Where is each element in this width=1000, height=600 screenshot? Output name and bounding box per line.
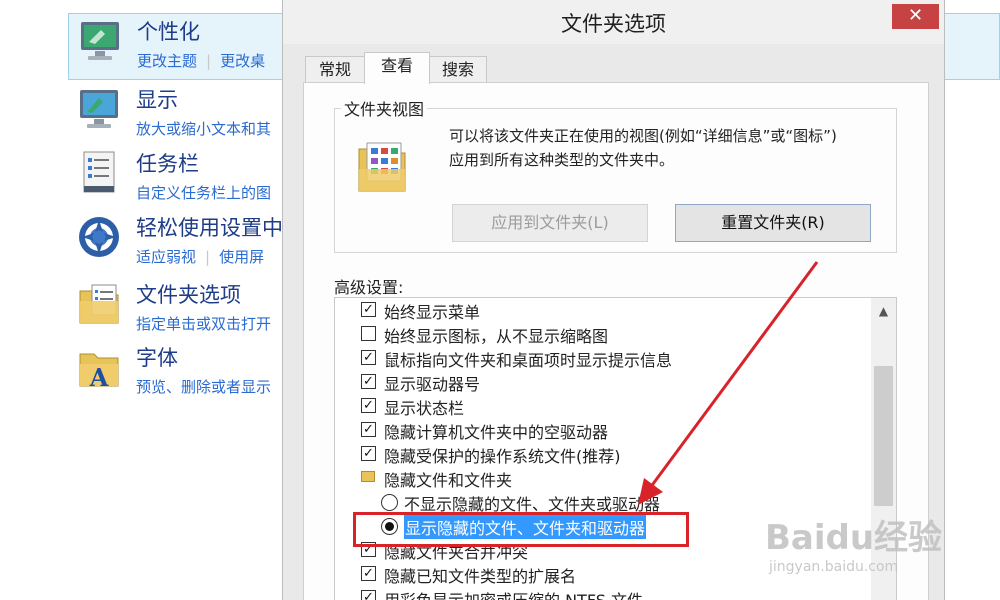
folder-options-icon bbox=[79, 284, 119, 324]
cp-item-links: 放大或缩小文本和其 bbox=[136, 118, 271, 139]
checkbox[interactable]: ✓ bbox=[361, 590, 376, 600]
personalization-icon bbox=[81, 22, 119, 60]
tab-view[interactable]: 查看 bbox=[364, 52, 430, 84]
cp-link[interactable]: 自定义任务栏上的图 bbox=[136, 184, 271, 202]
cp-link[interactable]: 更改桌 bbox=[220, 52, 265, 70]
setting-label: 隐藏计算机文件夹中的空驱动器 bbox=[384, 423, 609, 442]
checkbox[interactable]: ✓ bbox=[361, 302, 376, 317]
cp-item-ease-of-access[interactable]: 轻松使用设置中 适应弱视 | 使用屏 bbox=[68, 210, 288, 272]
watermark-logo: Baidu经验 bbox=[765, 518, 943, 558]
cp-item-title[interactable]: 字体 bbox=[136, 342, 178, 372]
cp-link[interactable]: 更改主题 bbox=[137, 52, 197, 70]
checkbox[interactable]: ✓ bbox=[361, 350, 376, 365]
folder-views-description: 可以将该文件夹正在使用的视图(例如“详细信息”或“图标”) bbox=[449, 127, 837, 145]
setting-label: 显示驱动器号 bbox=[384, 375, 481, 394]
ease-of-access-icon bbox=[79, 217, 119, 257]
setting-label: 显示状态栏 bbox=[384, 399, 465, 418]
close-icon: ✕ bbox=[907, 5, 924, 26]
folder-view-icon bbox=[358, 142, 406, 192]
cp-item-title[interactable]: 个性化 bbox=[137, 16, 200, 46]
folder-icon bbox=[361, 471, 375, 482]
setting-label: 隐藏受保护的操作系统文件(推荐) bbox=[384, 447, 621, 466]
reset-folders-button[interactable]: 重置文件夹(R) bbox=[675, 204, 871, 242]
cp-item-links: 预览、删除或者显示 bbox=[136, 376, 271, 397]
fonts-icon: A bbox=[79, 353, 119, 392]
folder-views-legend: 文件夹视图 bbox=[341, 96, 428, 120]
cp-item-links: 指定单击或双击打开 bbox=[136, 313, 271, 334]
cp-item-taskbar[interactable]: 任务栏 自定义任务栏上的图 bbox=[68, 146, 288, 208]
folder-views-group: 文件夹视图 可以将该文件夹正在使用的视图(例如“详细信息”或“图标”) 应用到所… bbox=[334, 96, 897, 253]
setting-label: 用彩色显示加密或压缩的 NTFS 文件 bbox=[384, 587, 643, 600]
checkbox[interactable]: ✓ bbox=[361, 374, 376, 389]
dialog-title: 文件夹选项 bbox=[561, 12, 666, 36]
cp-link[interactable]: 放大或缩小文本和其 bbox=[136, 120, 271, 138]
cp-item-links: 自定义任务栏上的图 bbox=[136, 182, 271, 203]
link-separator: | bbox=[205, 248, 211, 266]
cp-link[interactable]: 适应弱视 bbox=[136, 248, 196, 266]
cp-item-title[interactable]: 任务栏 bbox=[136, 148, 199, 178]
setting-group-label: 隐藏文件和文件夹 bbox=[384, 471, 513, 490]
cp-link[interactable]: 指定单击或双击打开 bbox=[136, 315, 271, 333]
folder-views-description: 应用到所有这种类型的文件夹中。 bbox=[449, 151, 675, 169]
advanced-settings-label: 高级设置: bbox=[334, 278, 404, 297]
watermark: Baidu经验 jingyan.baidu.com bbox=[765, 510, 965, 575]
scroll-up-icon[interactable]: ▲ bbox=[871, 298, 896, 324]
cp-item-title[interactable]: 文件夹选项 bbox=[136, 279, 241, 309]
apply-to-folders-button[interactable]: 应用到文件夹(L) bbox=[452, 204, 648, 242]
checkbox[interactable]: ✓ bbox=[361, 398, 376, 413]
checkbox[interactable] bbox=[361, 326, 376, 341]
setting-label: 隐藏已知文件类型的扩展名 bbox=[384, 567, 577, 586]
link-separator: | bbox=[206, 52, 212, 70]
close-button[interactable]: ✕ bbox=[892, 4, 939, 29]
taskbar-icon bbox=[83, 151, 115, 193]
cp-item-links: 更改主题 | 更改桌 bbox=[137, 50, 265, 71]
dialog-titlebar[interactable]: 文件夹选项 ✕ bbox=[283, 0, 944, 44]
cp-link[interactable]: 使用屏 bbox=[219, 248, 264, 266]
setting-label: 始终显示图标，从不显示缩略图 bbox=[384, 327, 609, 346]
watermark-url: jingyan.baidu.com bbox=[769, 559, 899, 575]
setting-label: 鼠标指向文件夹和桌面项时显示提示信息 bbox=[384, 351, 673, 370]
radio-button[interactable] bbox=[381, 494, 398, 511]
scroll-thumb[interactable] bbox=[874, 366, 893, 506]
tab-search[interactable]: 搜索 bbox=[429, 56, 487, 83]
cp-item-title[interactable]: 轻松使用设置中 bbox=[136, 212, 283, 242]
annotation-highlight-box bbox=[353, 512, 689, 547]
checkbox[interactable]: ✓ bbox=[361, 422, 376, 437]
checkbox[interactable]: ✓ bbox=[361, 446, 376, 461]
cp-item-folder-options[interactable]: 文件夹选项 指定单击或双击打开 bbox=[68, 277, 288, 339]
display-icon bbox=[80, 90, 118, 128]
svg-text:A: A bbox=[89, 363, 109, 392]
cp-item-links: 适应弱视 | 使用屏 bbox=[136, 246, 264, 267]
setting-label: 始终显示菜单 bbox=[384, 303, 481, 322]
cp-item-title[interactable]: 显示 bbox=[136, 84, 178, 114]
cp-item-display[interactable]: 显示 放大或缩小文本和其 bbox=[68, 82, 288, 144]
tab-general[interactable]: 常规 bbox=[305, 56, 365, 83]
cp-link[interactable]: 预览、删除或者显示 bbox=[136, 378, 271, 396]
checkbox[interactable]: ✓ bbox=[361, 566, 376, 581]
cp-item-fonts[interactable]: A 字体 预览、删除或者显示 bbox=[68, 340, 288, 402]
